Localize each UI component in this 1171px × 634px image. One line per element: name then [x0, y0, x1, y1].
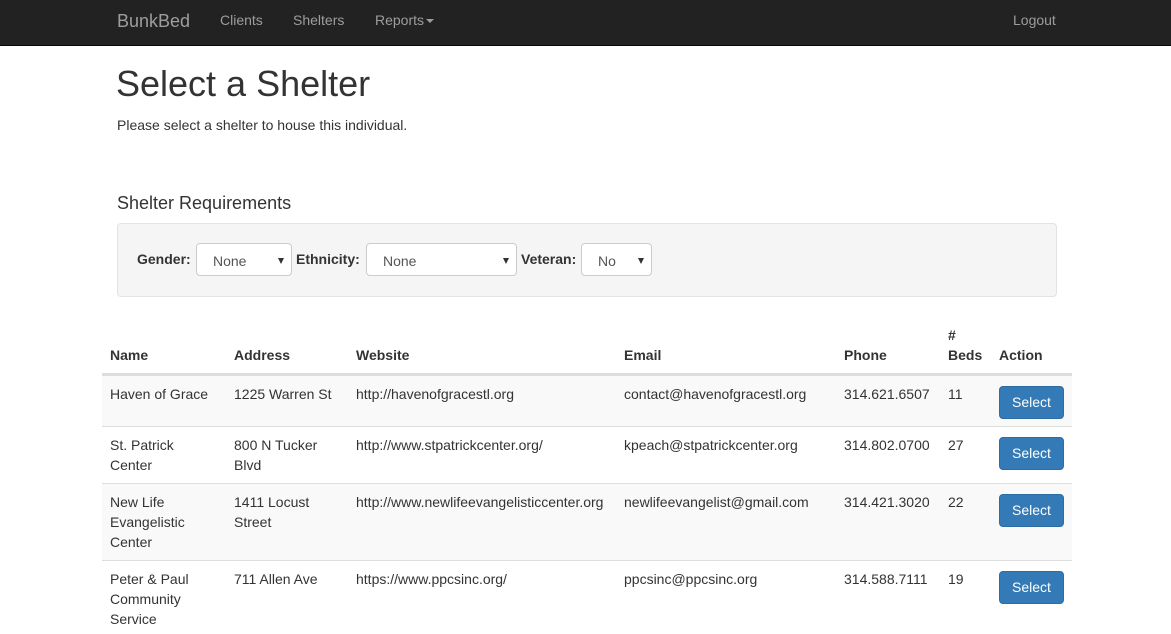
navbar: BunkBed Clients Shelters Reports Logout: [0, 0, 1171, 46]
shelter-website: http://www.newlifeevangelisticcenter.org: [356, 494, 604, 510]
shelter-name: New Life Evangelistic Center: [110, 492, 185, 552]
shelter-beds: 19: [948, 571, 964, 587]
shelter-name-line: Haven of Grace: [110, 386, 209, 402]
shelter-name: Peter & Paul Community Service: [110, 569, 189, 629]
select-shelter-button[interactable]: Select: [999, 386, 1064, 419]
shelter-name-line: Center: [110, 534, 153, 550]
shelter-name-line: New Life: [110, 494, 165, 510]
shelter-address-line: 800 N Tucker: [234, 437, 318, 453]
select-arrow-icon: [503, 258, 509, 264]
shelter-address: 1225 Warren St: [234, 384, 332, 404]
shelter-name: St. Patrick Center: [110, 435, 174, 475]
shelter-address-line: 1411 Locust: [234, 494, 310, 510]
shelter-address-line: Blvd: [234, 457, 262, 473]
header-beds-symbol: #: [948, 327, 956, 343]
header-beds: Beds: [948, 347, 983, 363]
ethnicity-select-value: None: [383, 253, 417, 269]
table-row: Haven of Grace 1225 Warren St http://hav…: [102, 375, 1072, 426]
veteran-select-value: No: [598, 253, 616, 269]
veteran-label: Veteran:: [521, 251, 577, 267]
gender-select-value: None: [213, 253, 247, 269]
nav-shelters-link[interactable]: Shelters: [293, 13, 344, 27]
shelter-website: https://www.ppcsinc.org/: [356, 571, 507, 587]
nav-reports-dropdown[interactable]: Reports: [375, 12, 435, 28]
ethnicity-label: Ethnicity:: [296, 251, 360, 267]
select-arrow-icon: [278, 258, 284, 264]
shelter-phone: 314.421.3020: [844, 494, 930, 510]
shelter-beds: 22: [948, 494, 964, 510]
shelter-name-line: St. Patrick: [110, 437, 174, 453]
header-email: Email: [624, 347, 662, 363]
shelter-name: Haven of Grace: [110, 384, 208, 404]
shelter-phone: 314.588.7111: [844, 571, 928, 587]
shelter-beds: 27: [948, 437, 964, 453]
requirements-title: Shelter Requirements: [117, 193, 292, 213]
shelter-phone: 314.621.6507: [844, 386, 930, 402]
nav-reports-label: Reports: [375, 12, 425, 28]
shelter-phone: 314.802.0700: [844, 437, 930, 453]
gender-label: Gender:: [137, 251, 191, 267]
caret-down-icon: [426, 19, 435, 24]
shelter-address-line: 1225 Warren St: [234, 386, 332, 402]
shelter-address: 1411 Locust Street: [234, 492, 309, 532]
header-phone: Phone: [844, 347, 887, 363]
shelter-name-line: Evangelistic: [110, 514, 185, 530]
gender-select[interactable]: None: [196, 243, 292, 276]
table-row: Peter & Paul Community Service 711 Allen…: [102, 560, 1072, 634]
shelter-email: contact@havenofgracestl.org: [624, 386, 807, 402]
page-title: Select a Shelter: [116, 63, 371, 104]
nav-clients-link[interactable]: Clients: [220, 13, 263, 27]
shelter-address: 800 N Tucker Blvd: [234, 435, 317, 475]
shelter-beds: 11: [948, 386, 963, 402]
header-address: Address: [234, 347, 291, 363]
header-name: Name: [110, 347, 149, 363]
shelter-name-line: Service: [110, 611, 157, 627]
header-action: Action: [999, 347, 1043, 363]
shelter-website: http://havenofgracestl.org: [356, 386, 514, 402]
select-shelter-button[interactable]: Select: [999, 437, 1064, 470]
shelter-email: ppcsinc@ppcsinc.org: [624, 571, 758, 587]
ethnicity-select[interactable]: None: [366, 243, 517, 276]
table-row: St. Patrick Center 800 N Tucker Blvd htt…: [102, 426, 1072, 483]
header-website: Website: [356, 347, 410, 363]
select-arrow-icon: [638, 258, 644, 264]
shelter-name-line: Center: [110, 457, 153, 473]
shelter-address-line: Street: [234, 514, 272, 530]
shelter-address-line: 711 Allen Ave: [234, 571, 318, 587]
veteran-select[interactable]: No: [581, 243, 652, 276]
brand-link[interactable]: BunkBed: [117, 11, 190, 31]
shelter-email: newlifeevangelist@gmail.com: [624, 494, 809, 510]
select-shelter-button[interactable]: Select: [999, 494, 1064, 527]
shelter-address: 711 Allen Ave: [234, 569, 318, 589]
shelter-email: kpeach@stpatrickcenter.org: [624, 437, 798, 453]
shelter-website: http://www.stpatrickcenter.org/: [356, 437, 543, 453]
select-shelter-button[interactable]: Select: [999, 571, 1064, 604]
page-subtitle: Please select a shelter to house this in…: [117, 117, 408, 133]
table-row: New Life Evangelistic Center 1411 Locust…: [102, 483, 1072, 560]
logout-link[interactable]: Logout: [1013, 13, 1056, 27]
shelter-name-line: Peter & Paul: [110, 571, 189, 587]
shelter-name-line: Community: [110, 591, 181, 607]
